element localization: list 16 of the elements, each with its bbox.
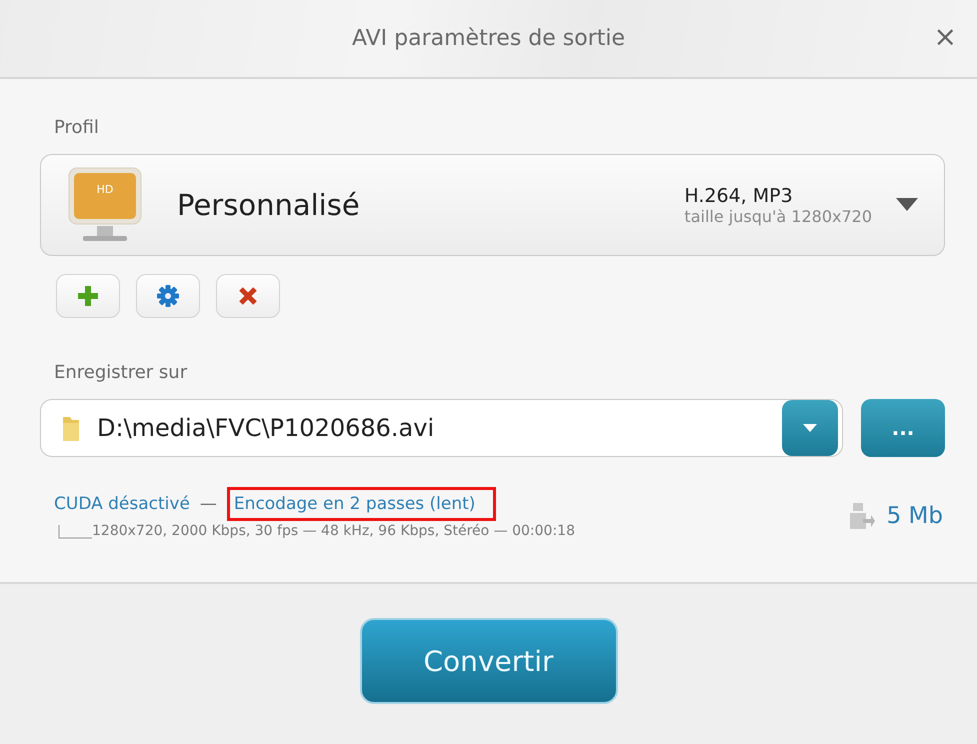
profile-name: Personnalisé — [177, 188, 361, 222]
details-text: 1280x720, 2000 Kbps, 30 fps — 48 kHz, 96 Kbps, Stéréo — 00:00:18 — [92, 523, 575, 539]
option-link[interactable]: CUDA désactivé — [54, 490, 190, 518]
file-size-text: 5 Mb — [886, 503, 943, 529]
profile-dropdown[interactable]: HD Personnalisé H.264, MP3 taille jusqu'à 1280x720 — [40, 154, 945, 256]
path-field[interactable]: D:\media\FVC\P1020686.avi — [40, 399, 843, 457]
window-title: AVI paramètres de sortie — [352, 26, 626, 51]
codec-text: H.264, MP3 — [684, 184, 794, 206]
browse-button[interactable]: ... — [861, 399, 945, 457]
profile-label: Profil — [54, 117, 99, 138]
close-button[interactable]: × — [928, 20, 963, 53]
size-limit-text: taille jusqu'à 1280x720 — [684, 206, 872, 226]
save-label: Enregistrer sur — [54, 362, 188, 383]
separator-dash: — — [200, 494, 217, 514]
highlighted-link[interactable]: Encodage en 2 passes (lent) — [226, 487, 496, 521]
convert-button[interactable]: Convertir — [360, 618, 618, 704]
